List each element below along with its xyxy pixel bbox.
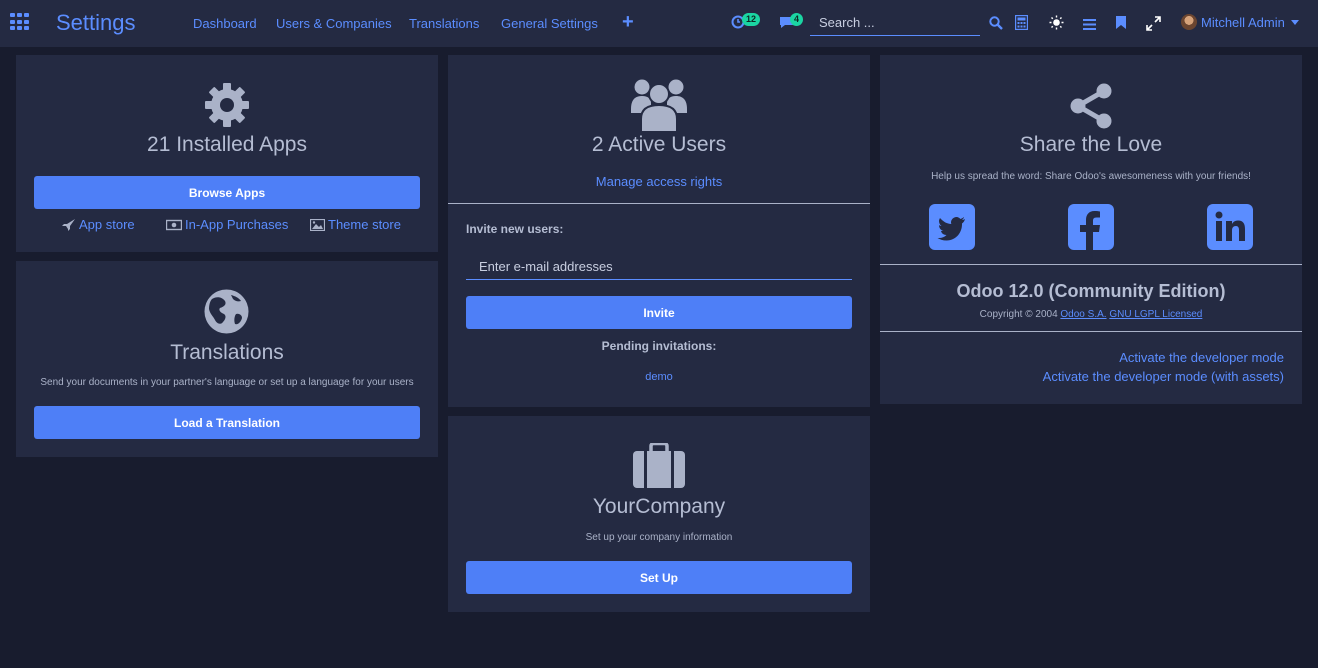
- menu-general-settings[interactable]: General Settings: [501, 16, 598, 31]
- menu-users-companies[interactable]: Users & Companies: [276, 16, 392, 31]
- share-icon: [1068, 83, 1114, 134]
- briefcase-icon: [632, 441, 686, 494]
- users-icon: [630, 77, 688, 136]
- developer-mode-assets-link[interactable]: Activate the developer mode (with assets…: [1043, 369, 1284, 384]
- apps-menu-icon[interactable]: [10, 13, 30, 31]
- theme-store-link[interactable]: Theme store: [310, 217, 401, 232]
- linkedin-icon[interactable]: [1207, 204, 1253, 250]
- version-title: Odoo 12.0 (Community Edition): [956, 281, 1226, 301]
- gear-icon: [204, 82, 250, 133]
- manage-access-rights-link[interactable]: Manage access rights: [448, 174, 870, 189]
- translations-title: Translations: [170, 341, 284, 364]
- facebook-icon[interactable]: [1068, 204, 1114, 250]
- globe-icon: [204, 289, 249, 339]
- license-link[interactable]: GNU LGPL Licensed: [1109, 309, 1202, 320]
- theme-store-label: Theme store: [328, 217, 401, 232]
- image-icon: [310, 218, 325, 231]
- company-description: Set up your company information: [585, 532, 733, 543]
- translations-card: Translations Send your documents in your…: [16, 261, 438, 457]
- app-store-label: App store: [79, 217, 135, 232]
- divider: [448, 203, 870, 204]
- money-icon: [166, 219, 182, 230]
- invite-email-input[interactable]: [466, 253, 852, 279]
- search-box: [810, 10, 980, 36]
- avatar: [1181, 14, 1197, 30]
- translations-description: Send your documents in your partner's la…: [40, 377, 414, 388]
- users-card: 2 Active Users Manage access rights Invi…: [448, 55, 870, 407]
- fullscreen-expand-icon[interactable]: [1146, 16, 1161, 36]
- invite-new-users-label: Invite new users:: [466, 222, 564, 236]
- in-app-purchases-link[interactable]: In-App Purchases: [166, 217, 288, 232]
- load-translation-button[interactable]: Load a Translation: [34, 406, 420, 439]
- pending-invitations-label: Pending invitations:: [601, 339, 717, 353]
- odoo-sa-link[interactable]: Odoo S.A.: [1060, 309, 1106, 320]
- copyright-text: Copyright © 2004: [979, 309, 1058, 320]
- browse-apps-button[interactable]: Browse Apps: [34, 176, 420, 209]
- company-title: YourCompany: [592, 495, 726, 518]
- share-card: Share the Love Help us spread the word: …: [880, 55, 1302, 404]
- app-store-link[interactable]: App store: [62, 217, 135, 232]
- user-name: Mitchell Admin: [1201, 14, 1285, 30]
- rocket-icon: [62, 218, 75, 231]
- chevron-down-icon: [1290, 19, 1299, 25]
- search-icon[interactable]: [989, 16, 1003, 35]
- add-menu-plus-icon[interactable]: +: [622, 11, 634, 34]
- user-menu[interactable]: Mitchell Admin: [1181, 14, 1299, 30]
- invite-button[interactable]: Invite: [466, 296, 852, 329]
- bookmark-icon[interactable]: [1116, 16, 1126, 34]
- pending-user-link[interactable]: demo: [448, 371, 870, 383]
- set-up-button[interactable]: Set Up: [466, 561, 852, 594]
- list-menu-icon[interactable]: [1083, 17, 1096, 35]
- invite-email-field: [466, 253, 852, 280]
- company-card: YourCompany Set up your company informat…: [448, 416, 870, 612]
- developer-mode-link[interactable]: Activate the developer mode: [1119, 350, 1284, 365]
- activity-count-badge: 12: [742, 13, 761, 26]
- divider: [880, 331, 1302, 332]
- menu-dashboard[interactable]: Dashboard: [193, 16, 257, 31]
- apps-card: 21 Installed Apps Browse Apps App store …: [16, 55, 438, 252]
- app-title: Settings: [56, 10, 136, 35]
- in-app-purchases-label: In-App Purchases: [185, 217, 289, 232]
- theme-sun-icon[interactable]: [1049, 15, 1064, 35]
- calculator-icon[interactable]: [1014, 14, 1029, 35]
- installed-apps-title: 21 Installed Apps: [147, 133, 307, 156]
- copyright-line: Copyright © 2004 Odoo S.A. GNU LGPL Lice…: [880, 309, 1302, 320]
- active-users-title: 2 Active Users: [591, 133, 727, 156]
- share-title: Share the Love: [1019, 133, 1163, 156]
- divider: [880, 264, 1302, 265]
- message-count-badge: 4: [790, 13, 804, 26]
- top-navbar: Settings Dashboard Users & Companies Tra…: [0, 0, 1318, 47]
- share-description: Help us spread the word: Share Odoo's aw…: [931, 171, 1251, 182]
- menu-translations[interactable]: Translations: [409, 16, 479, 31]
- search-input[interactable]: [810, 10, 980, 35]
- twitter-icon[interactable]: [929, 204, 975, 250]
